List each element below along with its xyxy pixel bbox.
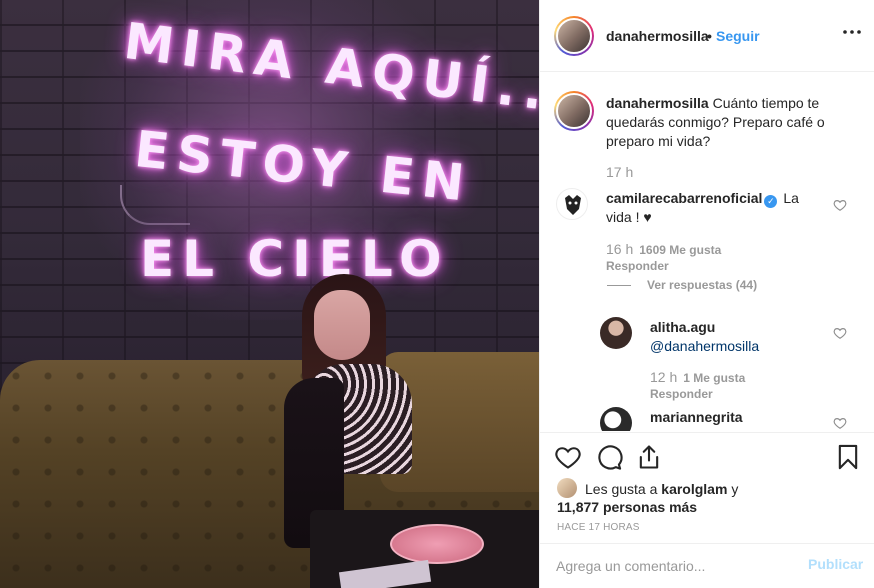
publish-button[interactable]: Publicar bbox=[808, 556, 863, 572]
comment-username[interactable]: camilarecabarrenoficial bbox=[606, 190, 762, 206]
like-heart-icon[interactable] bbox=[554, 443, 582, 471]
reply-avatar[interactable] bbox=[600, 317, 632, 349]
post-header: danahermosilla • Seguir bbox=[540, 0, 874, 72]
reply-comment: mariannegrita bbox=[650, 408, 840, 427]
reply-button[interactable]: Responder bbox=[650, 387, 713, 401]
more-options-icon[interactable] bbox=[840, 20, 864, 44]
reply-username[interactable]: alitha.agu bbox=[650, 319, 715, 335]
author-username[interactable]: danahermosilla bbox=[606, 28, 709, 44]
likes-prefix: Les gusta a bbox=[585, 481, 658, 497]
person-face bbox=[314, 290, 370, 360]
comment: camilarecabarrenoficial ✓ La vida ! ♥ bbox=[606, 189, 826, 227]
reply-comment: alitha.agu @danahermosilla bbox=[650, 318, 840, 356]
reply-like-heart-icon[interactable] bbox=[833, 326, 847, 340]
liker-avatar[interactable] bbox=[557, 478, 577, 498]
comments-list[interactable]: danahermosilla Cuánto tiempo te quedarás… bbox=[540, 73, 874, 431]
comment-input[interactable] bbox=[556, 556, 796, 576]
caption-avatar[interactable] bbox=[554, 91, 594, 131]
comment-bubble-icon[interactable] bbox=[595, 443, 623, 471]
reply-likes[interactable]: 1 Me gusta bbox=[683, 371, 745, 385]
likes-count[interactable]: 11,877 personas más bbox=[557, 499, 697, 515]
comment-avatar[interactable] bbox=[556, 188, 588, 220]
liker-username[interactable]: karolglam bbox=[661, 481, 727, 497]
separator-dot: • bbox=[707, 28, 712, 44]
comment-meta: 16 h 1609 Me gusta bbox=[606, 241, 721, 257]
reply-mention[interactable]: @danahermosilla bbox=[650, 338, 759, 354]
add-comment-bar: Publicar bbox=[540, 543, 874, 588]
view-replies-button[interactable]: Ver respuestas (44) bbox=[607, 278, 757, 292]
likes-summary: Les gusta a karolglam y 11,877 personas … bbox=[557, 478, 857, 516]
caption-username[interactable]: danahermosilla bbox=[606, 95, 709, 111]
reply-like-heart-icon[interactable] bbox=[833, 416, 847, 430]
reply-avatar[interactable] bbox=[600, 407, 632, 431]
post-side-panel: danahermosilla • Seguir danahermosilla C… bbox=[539, 0, 874, 588]
reply-time[interactable]: 12 h bbox=[650, 369, 677, 385]
verified-badge-icon: ✓ bbox=[764, 195, 778, 208]
view-replies-label: Ver respuestas (44) bbox=[647, 278, 758, 292]
caption-meta: 17 h bbox=[606, 164, 633, 180]
share-icon[interactable] bbox=[635, 443, 663, 471]
reply-username[interactable]: mariannegrita bbox=[650, 409, 743, 425]
post-actions: Les gusta a karolglam y 11,877 personas … bbox=[540, 432, 874, 542]
caption-time[interactable]: 17 h bbox=[606, 164, 633, 180]
caption: danahermosilla Cuánto tiempo te quedarás… bbox=[606, 94, 846, 151]
reply-meta: 12 h 1 Me gusta bbox=[650, 369, 745, 385]
follow-button[interactable]: Seguir bbox=[716, 28, 760, 44]
author-avatar[interactable] bbox=[554, 16, 594, 56]
comment-like-heart-icon[interactable] bbox=[833, 198, 847, 212]
reply-button[interactable]: Responder bbox=[606, 259, 669, 273]
post-photo[interactable]: MIRA AQUÍ... ESTOY EN EL CIELO bbox=[0, 0, 539, 588]
post-timestamp[interactable]: HACE 17 HORAS bbox=[557, 522, 640, 533]
comment-likes[interactable]: 1609 Me gusta bbox=[639, 243, 721, 257]
comment-time[interactable]: 16 h bbox=[606, 241, 633, 257]
save-bookmark-icon[interactable] bbox=[834, 443, 862, 471]
likes-and: y bbox=[731, 481, 739, 497]
plate bbox=[390, 524, 484, 564]
